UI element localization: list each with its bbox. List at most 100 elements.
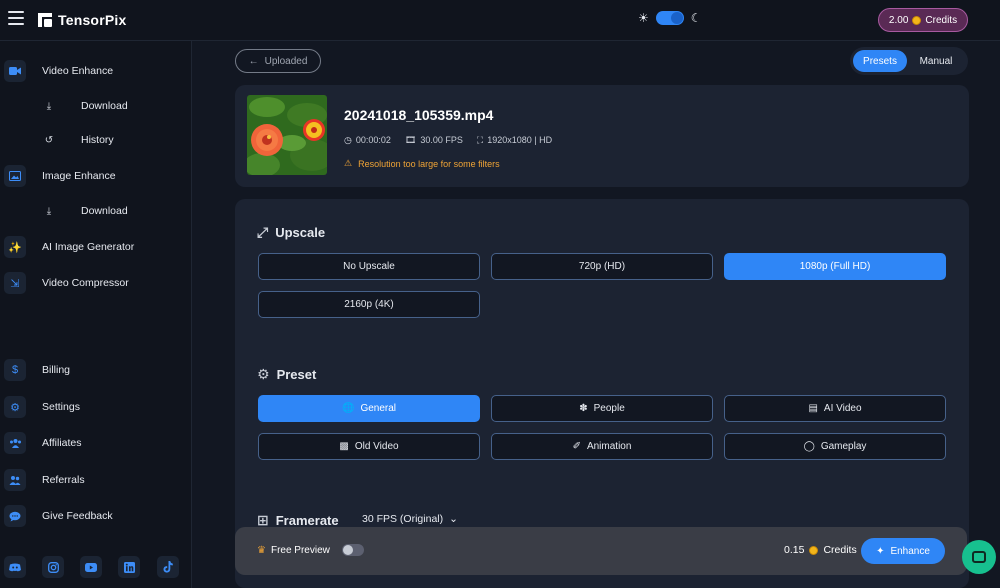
sidebar-item-label: Download [81, 100, 128, 112]
sidebar-item-label: Affiliates [42, 437, 82, 449]
preset-title: ⚙ Preset [257, 366, 316, 383]
framerate-heading: Framerate [275, 513, 339, 528]
mode-switch: Presets Manual [850, 47, 968, 75]
tiktok-icon[interactable] [157, 556, 179, 578]
coin-icon [912, 15, 922, 25]
sidebar-item-image-download[interactable]: ⤓ Download [42, 199, 182, 223]
linkedin-icon[interactable] [118, 556, 140, 578]
film-icon: ▩ [339, 441, 349, 452]
sidebar-item-video-enhance[interactable]: Video Enhance [4, 58, 184, 84]
magic-wand-icon: ✨ [4, 236, 26, 258]
chat-icon [972, 551, 986, 563]
user-group-icon [4, 469, 26, 491]
sparkle-icon: ✦ [876, 545, 885, 557]
theme-toggle[interactable] [655, 11, 684, 25]
preset-option-ai-video[interactable]: ▤ AI Video [724, 395, 946, 422]
preset-heading: Preset [276, 367, 317, 382]
cost-label: Credits [823, 544, 857, 556]
preset-option-people[interactable]: ✽ People [491, 395, 713, 422]
film-icon: 🎞 [404, 135, 417, 145]
enhance-cost: 0.15 Credits [784, 544, 857, 556]
users-icon [4, 432, 26, 454]
crown-icon: ♛ [257, 544, 266, 556]
support-chat-button[interactable] [962, 540, 996, 574]
sidebar-item-label: Video Compressor [42, 277, 129, 289]
sidebar-item-referrals[interactable]: Referrals [4, 467, 184, 493]
sidebar-item-affiliates[interactable]: Affiliates [4, 430, 184, 456]
action-bar: ♛ Free Preview 0.15 Credits ✦ Enhance [235, 527, 967, 575]
file-meta: ◷ 00:00:02 🎞 30.00 FPS ⛶ 1920x1080 | HD [344, 135, 552, 146]
sidebar-item-label: Image Enhance [42, 170, 116, 182]
file-name: 20241018_105359.mp4 [344, 107, 494, 123]
sidebar-item-ai-image-generator[interactable]: ✨ AI Image Generator [4, 234, 184, 260]
dollar-icon: $ [4, 359, 26, 381]
free-preview-toggle[interactable] [341, 544, 364, 556]
resolution-warning: ⚠ Resolution too large for some filters [344, 158, 500, 169]
paintbrush-icon: ✐ [572, 441, 581, 452]
fps: 30.00 FPS [420, 135, 463, 145]
hamburger-menu-icon[interactable] [8, 11, 24, 25]
main-content: ← Uploaded Presets Manual 20241018_10535… [192, 41, 1000, 588]
upscale-option-720p[interactable]: 720p (HD) [491, 253, 713, 280]
sidebar-item-history[interactable]: ↺ History [42, 128, 182, 152]
tab-presets[interactable]: Presets [853, 50, 907, 72]
sidebar-item-video-compressor[interactable]: ⇲ Video Compressor [4, 270, 184, 296]
instagram-icon[interactable] [42, 556, 64, 578]
download-icon: ⤓ [46, 205, 52, 217]
preset-label: People [593, 403, 625, 414]
free-preview: ♛ Free Preview [257, 544, 364, 556]
preset-label: Gameplay [820, 441, 867, 452]
preset-option-gameplay[interactable]: ◯ Gameplay [724, 433, 946, 460]
coin-icon [809, 545, 819, 555]
moon-icon: ☾ [690, 11, 702, 25]
enhance-label: Enhance [890, 545, 930, 557]
gear-icon: ⚙ [257, 366, 270, 382]
preset-option-animation[interactable]: ✐ Animation [491, 433, 713, 460]
credits-amount: 2.00 [888, 14, 909, 26]
compress-icon: ⇲ [4, 272, 26, 294]
preset-label: Old Video [354, 441, 399, 452]
clock-icon: ◷ [344, 135, 352, 145]
sidebar-item-billing[interactable]: $ Billing [4, 357, 184, 383]
app-logo[interactable]: TensorPix [38, 12, 126, 28]
sidebar-item-label: Referrals [42, 474, 85, 486]
preset-label: Animation [586, 441, 632, 452]
sidebar-item-label: Billing [42, 364, 71, 376]
sidebar-item-image-enhance[interactable]: Image Enhance [4, 163, 184, 189]
gear-icon: ⚙ [4, 396, 26, 418]
gamepad-icon: ◯ [803, 441, 815, 452]
discord-icon[interactable] [4, 556, 26, 578]
warning-icon: ⚠ [344, 158, 353, 168]
video-camera-icon [4, 60, 26, 82]
sidebar-item-settings[interactable]: ⚙ Settings [4, 394, 184, 420]
tab-manual[interactable]: Manual [907, 50, 965, 72]
chat-bubble-icon [4, 505, 26, 527]
sidebar-item-give-feedback[interactable]: Give Feedback [4, 503, 184, 529]
preset-option-general[interactable]: 🌐 General [258, 395, 480, 422]
credits-balance-button[interactable]: 2.00 Credits [878, 8, 968, 32]
back-to-uploaded-button[interactable]: ← Uploaded [235, 49, 321, 73]
framerate-select[interactable]: 30 FPS (Original) ⌄ [362, 513, 458, 525]
arrow-left-icon: ← [248, 55, 259, 67]
upscale-title: ⤢ Upscale [257, 224, 325, 241]
duration: 00:00:02 [355, 135, 391, 145]
image-icon [4, 165, 26, 187]
free-preview-label: Free Preview [270, 544, 330, 556]
top-bar: TensorPix ☀ ☾ 2.00 Credits [0, 0, 1000, 41]
framerate-value: 30 FPS (Original) [362, 513, 444, 525]
enhance-button[interactable]: ✦ Enhance [861, 538, 945, 564]
upscale-option-none[interactable]: No Upscale [258, 253, 480, 280]
sidebar-item-label: AI Image Generator [42, 241, 135, 253]
upscale-option-1080p[interactable]: 1080p (Full HD) [724, 253, 946, 280]
upscale-heading: Upscale [275, 225, 326, 240]
history-icon: ↺ [44, 134, 54, 146]
credits-label: Credits [925, 14, 958, 26]
sidebar-item-video-download[interactable]: ⤓ Download [42, 94, 182, 118]
upscale-option-2160p[interactable]: 2160p (4K) [258, 291, 480, 318]
globe-icon: 🌐 [341, 403, 355, 414]
youtube-icon[interactable] [80, 556, 102, 578]
preset-option-old-video[interactable]: ▩ Old Video [258, 433, 480, 460]
sidebar-item-label: Video Enhance [42, 65, 114, 77]
preset-label: General [360, 403, 397, 414]
video-thumbnail[interactable] [247, 95, 327, 175]
